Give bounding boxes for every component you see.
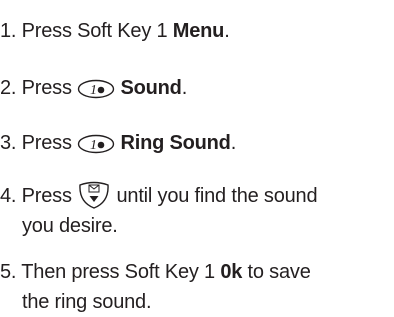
menu-key-label: Menu bbox=[172, 20, 225, 42]
step-tail: . bbox=[230, 132, 237, 154]
step-tail: . bbox=[181, 77, 188, 99]
ring-sound-label: Ring Sound bbox=[120, 132, 231, 154]
sound-label: Sound bbox=[120, 77, 182, 99]
step-number: 1. bbox=[0, 20, 17, 42]
svg-text:1: 1 bbox=[90, 138, 97, 153]
key-1-icon: 1 bbox=[77, 134, 115, 154]
step-text: Press bbox=[21, 132, 72, 154]
step-number: 2. bbox=[0, 77, 17, 99]
step-number: 3. bbox=[0, 132, 17, 154]
step-number: 4. bbox=[0, 185, 17, 207]
step-4: 4. Press until you find the sound you de… bbox=[0, 180, 318, 237]
step-text: Press bbox=[21, 185, 72, 207]
step-text-after: to save bbox=[247, 261, 311, 283]
step-5: 5. Then press Soft Key 1 0k to save the … bbox=[0, 257, 311, 313]
step-continuation: you desire. bbox=[22, 215, 118, 237]
step-3: 3. Press 1 Ring Sound. bbox=[0, 128, 236, 158]
ok-key-label: 0k bbox=[220, 261, 243, 283]
step-text: Press Soft Key 1 bbox=[21, 20, 168, 42]
step-1: 1. Press Soft Key 1 Menu. bbox=[0, 16, 230, 46]
step-number: 5. bbox=[0, 261, 17, 283]
step-tail: . bbox=[224, 20, 230, 42]
navigation-down-key-icon bbox=[77, 180, 111, 210]
step-2: 2. Press 1 Sound. bbox=[0, 73, 187, 103]
svg-text:1: 1 bbox=[90, 83, 97, 98]
step-text-after: until you find the sound bbox=[116, 185, 318, 207]
step-text: Press bbox=[21, 77, 72, 99]
step-text: Then press Soft Key 1 bbox=[21, 261, 215, 283]
key-1-icon: 1 bbox=[77, 79, 115, 99]
